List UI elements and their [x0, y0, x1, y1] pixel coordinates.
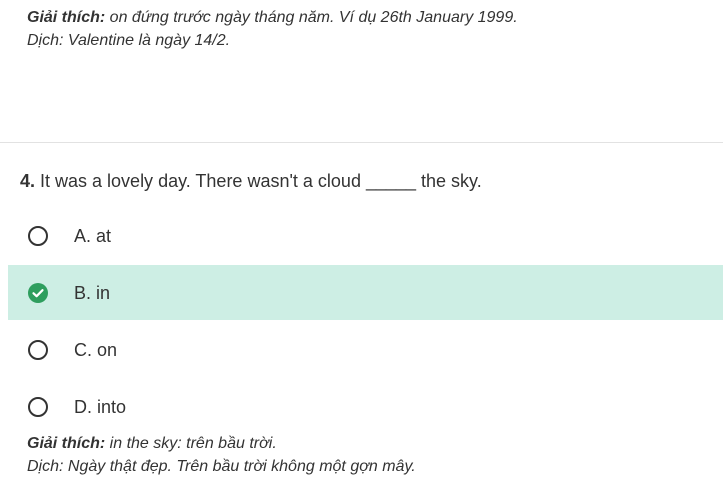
explanation-label: Giải thích: — [27, 435, 106, 452]
option-c-label: C. on — [74, 340, 118, 360]
radio-empty-icon[interactable] — [28, 397, 48, 417]
question-text: It was a lovely day. There wasn't a clou… — [35, 171, 482, 191]
option-a[interactable]: A. at — [8, 208, 723, 263]
translation: Dịch: Ngày thật đẹp. Trên bầu trời không… — [27, 458, 416, 475]
option-a-label: A. at — [74, 226, 112, 246]
explanation: Giải thích: in the sky: trên bầu trời. D… — [27, 432, 416, 478]
question-4: 4. It was a lovely day. There wasn't a c… — [20, 169, 482, 193]
previous-explanation-label: Giải thích: — [27, 9, 106, 26]
question-number: 4. — [20, 171, 36, 191]
explanation-text: in the sky: trên bầu trời. — [105, 435, 277, 452]
explanation-line: Giải thích: in the sky: trên bầu trời. — [27, 432, 416, 455]
previous-explanation-line: Giải thích: on đứng trước ngày tháng năm… — [27, 6, 518, 29]
option-d-label: D. into — [74, 397, 127, 417]
previous-explanation-text: on đứng trước ngày tháng năm. Ví dụ 26th… — [105, 9, 518, 26]
option-c[interactable]: C. on — [8, 322, 723, 377]
option-b-label: B. in — [74, 283, 111, 303]
option-d[interactable]: D. into — [8, 379, 723, 434]
previous-translation: Dịch: Valentine là ngày 14/2. — [27, 32, 231, 49]
option-b[interactable]: B. in — [8, 265, 723, 320]
radio-empty-icon[interactable] — [28, 226, 48, 246]
previous-explanation: Giải thích: on đứng trước ngày tháng năm… — [27, 6, 518, 52]
radio-empty-icon[interactable] — [28, 340, 48, 360]
section-divider — [0, 142, 723, 143]
check-circle-icon[interactable] — [28, 283, 48, 303]
